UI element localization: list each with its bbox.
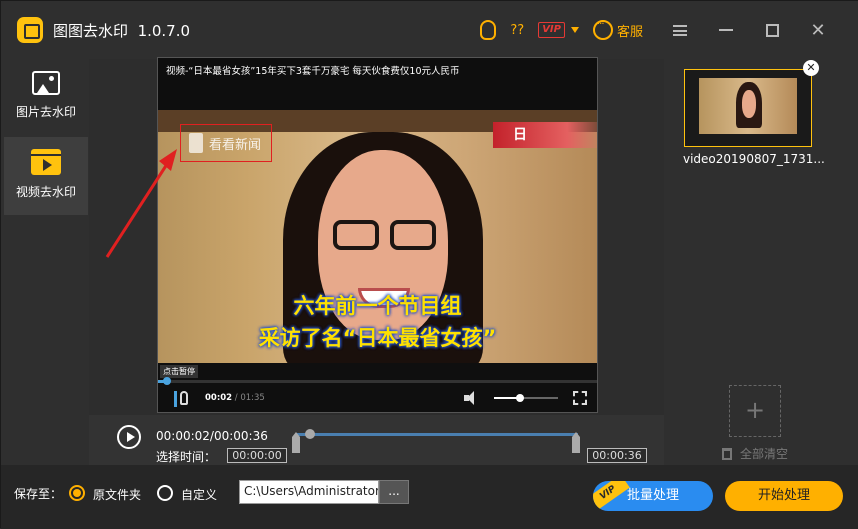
thumbnail-image (699, 78, 797, 134)
remove-file-icon[interactable]: ✕ (803, 60, 819, 76)
output-path-field[interactable]: C:\Users\Administrator (239, 480, 379, 504)
start-time-field[interactable]: 00:00:00 (227, 448, 287, 463)
sidebar-item-label: 图片去水印 (15, 105, 76, 119)
fullscreen-icon[interactable] (573, 391, 587, 405)
video-title: 视频-“日本最省女孩”15年买下3套千万豪宅 每天伙食费仅10元人民币 (158, 58, 597, 110)
browse-button[interactable]: ... (379, 480, 409, 504)
trash-icon (722, 447, 732, 460)
glasses-right (390, 220, 436, 250)
title-bar: 图图去水印 1.0.7.0 ?? VIP 客服 ✕ (1, 1, 858, 59)
select-time-label: 选择时间： (156, 450, 217, 464)
menu-button[interactable] (657, 17, 703, 43)
image-icon (32, 71, 60, 95)
hand-cursor-icon (180, 391, 188, 405)
app-logo-icon (17, 17, 43, 43)
file-name: video20190807_1731... (683, 152, 825, 166)
close-icon: ✕ (810, 19, 826, 41)
app-version: 1.0.7.0 (137, 22, 191, 40)
help-button[interactable]: ?? (510, 17, 524, 43)
sidebar: 图片去水印 视频去水印 (1, 59, 89, 465)
video-controls: 点击暂停 00:02 / 01:35 (158, 363, 597, 412)
end-time-field[interactable]: 00:00:36 (587, 448, 647, 463)
maximize-icon (765, 23, 779, 37)
chat-icon (592, 19, 613, 40)
video-progress-bar[interactable] (158, 377, 597, 385)
playhead-handle[interactable] (305, 429, 315, 439)
volume-icon[interactable] (464, 391, 480, 405)
video-icon (31, 149, 61, 175)
video-current-time: 00:02 (205, 393, 233, 403)
close-button[interactable]: ✕ (795, 17, 841, 43)
video-total-time: / 01:35 (234, 393, 265, 403)
video-progress-handle[interactable] (162, 377, 171, 385)
clear-all-label: 全部清空 (740, 447, 789, 461)
video-player[interactable]: 视频-“日本最省女孩”15年买下3套千万豪宅 每天伙食费仅10元人民币 日 看看… (157, 57, 598, 413)
vip-ribbon: VIP (593, 481, 630, 511)
app-title: 图图去水印 1.0.7.0 (53, 20, 190, 41)
range-end-handle[interactable] (572, 432, 580, 453)
customer-service-label: 客服 (616, 24, 643, 40)
chevron-down-icon (570, 27, 579, 33)
play-button[interactable] (117, 425, 141, 449)
title-actions: ?? VIP 客服 ✕ (480, 17, 841, 43)
radio-custom-label[interactable]: 自定义 (181, 486, 217, 503)
menu-icon (673, 24, 687, 36)
watermark-selection-box[interactable]: 看看新闻 (180, 124, 272, 162)
customer-service-button[interactable]: 客服 (592, 17, 643, 43)
news-tag: 日 (493, 122, 597, 148)
timeline-panel: 00:00:02/00:00:36 选择时间： 00:00:00 00:00:3… (89, 415, 664, 465)
radio-original-folder[interactable] (69, 485, 85, 501)
video-frame-image: 日 看看新闻 六年前一个节目组 采访了名“日本最省女孩” (158, 110, 597, 372)
sidebar-item-label: 视频去水印 (15, 185, 76, 199)
vip-badge: VIP (538, 22, 565, 38)
volume-handle[interactable] (515, 394, 524, 402)
batch-process-button[interactable]: VIP 批量处理 (593, 481, 713, 511)
file-thumbnail[interactable] (684, 69, 812, 147)
range-start-handle[interactable] (292, 432, 300, 453)
radio-original-folder-label[interactable]: 原文件夹 (93, 486, 141, 503)
watermark-text: 看看新闻 (209, 138, 262, 153)
video-time: 00:02 / 01:35 (205, 393, 265, 403)
batch-process-label: 批量处理 (626, 488, 679, 503)
glasses-left (333, 220, 379, 250)
add-file-button[interactable]: + (729, 385, 781, 437)
sidebar-item-video-watermark[interactable]: 视频去水印 (4, 137, 88, 215)
file-list-panel: ✕ video20190807_1731... + 全部清空 (664, 59, 858, 465)
start-process-button[interactable]: 开始处理 (725, 481, 843, 511)
caption-line-2: 采访了名“日本最省女孩” (258, 326, 497, 350)
vip-dropdown[interactable]: VIP (538, 17, 579, 43)
maximize-button[interactable] (749, 17, 795, 43)
caption-line-1: 六年前一个节目组 (293, 294, 462, 318)
volume-slider[interactable] (494, 394, 558, 402)
minimize-icon (719, 29, 733, 31)
radio-custom[interactable] (157, 485, 173, 501)
qq-icon[interactable] (480, 20, 497, 40)
clear-all-button[interactable]: 全部清空 (722, 445, 788, 462)
sidebar-item-image-watermark[interactable]: 图片去水印 (4, 59, 88, 137)
time-display: 00:00:02/00:00:36 (156, 429, 268, 443)
save-to-label: 保存至： (14, 487, 63, 501)
bottom-bar: 保存至： 原文件夹 自定义 C:\Users\Administrator ...… (1, 465, 858, 529)
progress-marker (174, 391, 177, 407)
range-track[interactable] (296, 433, 578, 436)
app-name: 图图去水印 (53, 22, 129, 40)
minimize-button[interactable] (703, 17, 749, 43)
app-window: 图图去水印 1.0.7.0 ?? VIP 客服 ✕ 图片去水印 (0, 0, 858, 529)
thumbnail-person (736, 82, 762, 128)
